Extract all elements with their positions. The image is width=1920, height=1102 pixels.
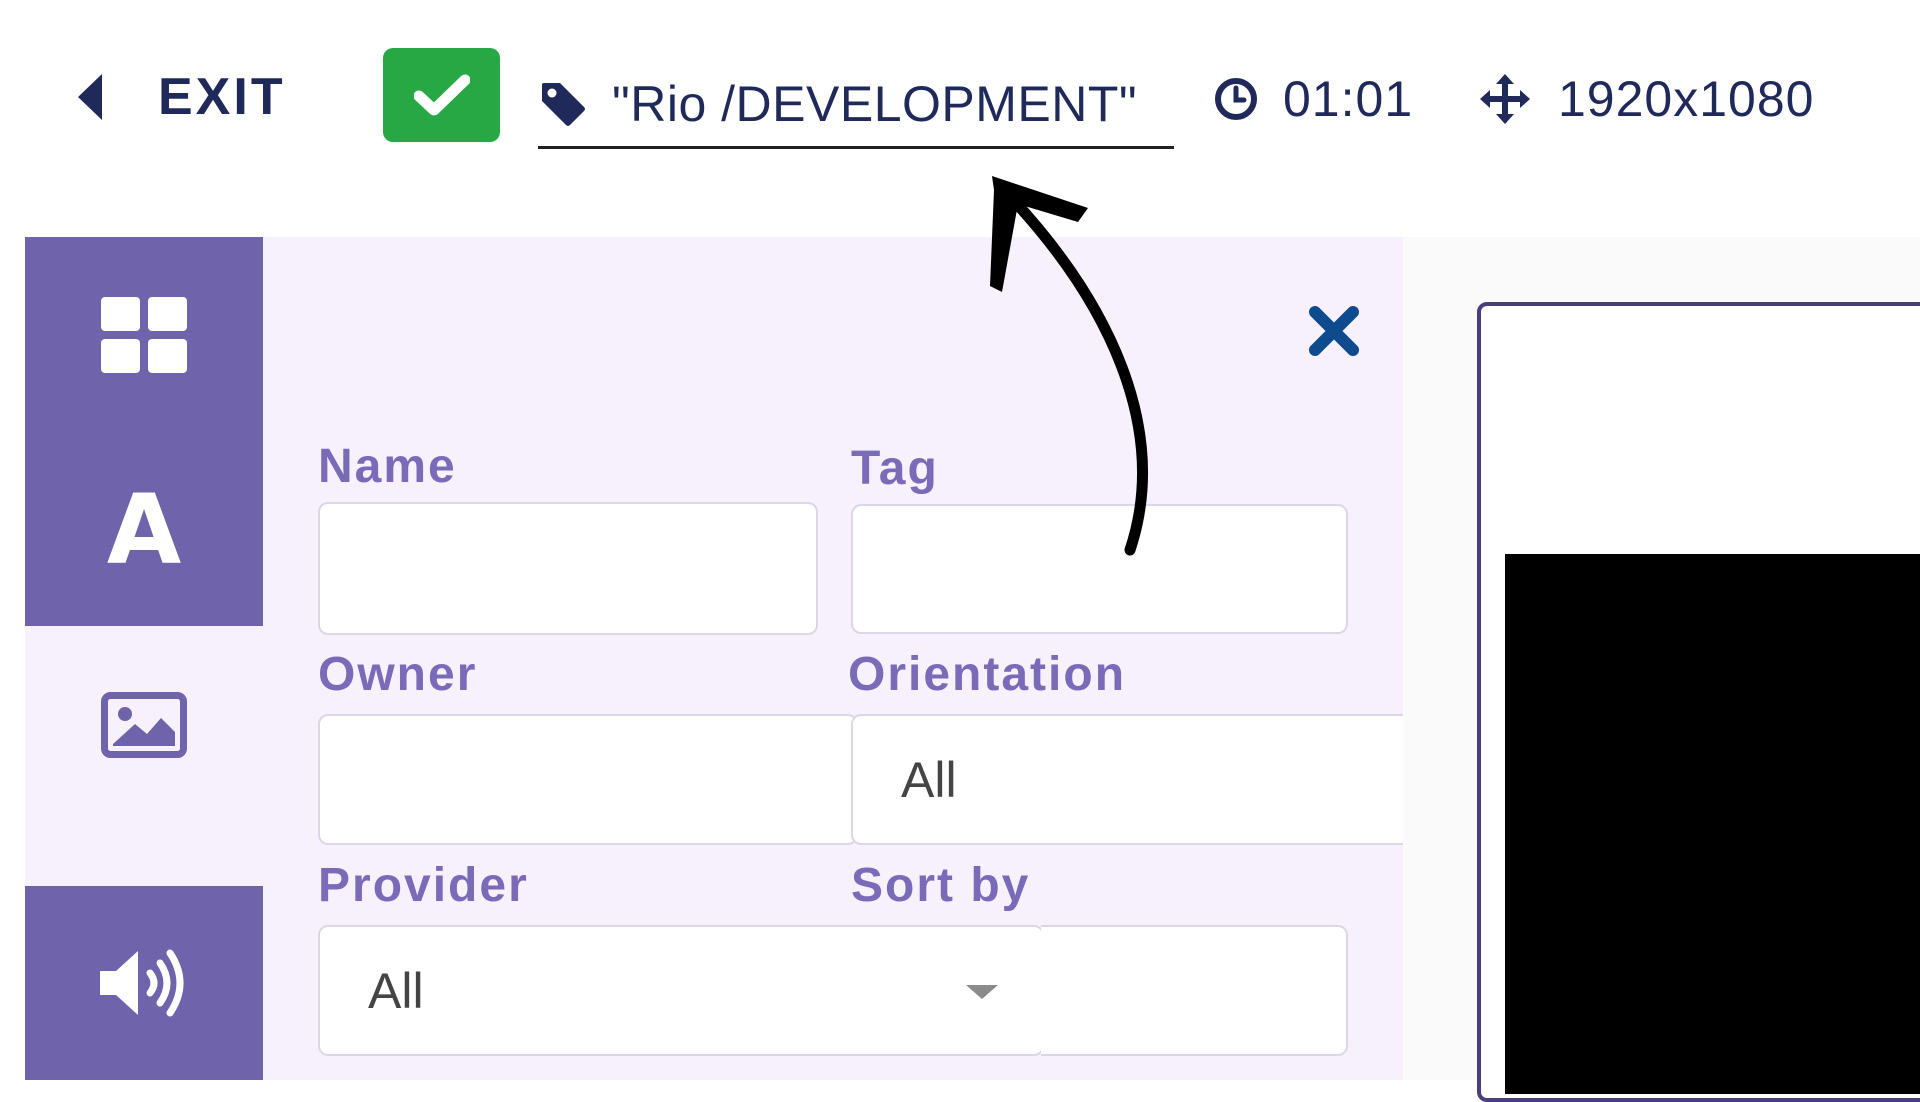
name-input[interactable] bbox=[318, 502, 818, 635]
filter-panel: Name Tag Owner Orientation All Provider … bbox=[263, 237, 1411, 1080]
tag-icon bbox=[542, 83, 585, 126]
grid-icon bbox=[101, 297, 187, 373]
confirm-button[interactable] bbox=[383, 48, 500, 142]
chevron-down-icon bbox=[966, 984, 998, 999]
image-icon bbox=[101, 691, 187, 758]
sidebar: A bbox=[25, 237, 263, 1080]
preview-area bbox=[1403, 237, 1920, 1102]
sidebar-item-layouts[interactable] bbox=[25, 237, 263, 433]
provider-value: All bbox=[368, 962, 424, 1019]
text-icon: A bbox=[106, 473, 182, 586]
sort-by-label: Sort by bbox=[851, 859, 1031, 912]
resolution-text: 1920x1080 bbox=[1558, 71, 1815, 127]
duration-text: 01:01 bbox=[1283, 71, 1414, 127]
owner-input[interactable] bbox=[318, 714, 858, 845]
move-arrows-icon bbox=[1480, 74, 1530, 124]
clock-icon bbox=[1215, 78, 1257, 120]
exit-button[interactable]: EXIT bbox=[78, 62, 286, 132]
close-icon bbox=[1309, 306, 1359, 356]
tag-label: Tag bbox=[851, 442, 939, 495]
close-button[interactable] bbox=[1298, 295, 1370, 367]
name-label: Name bbox=[318, 440, 457, 493]
caret-left-icon bbox=[78, 74, 102, 120]
provider-select[interactable]: All bbox=[318, 925, 1044, 1056]
playlist-tag-text: "Rio /DEVELOPMENT" bbox=[612, 76, 1138, 132]
sidebar-gap bbox=[25, 823, 263, 886]
sidebar-item-audio[interactable] bbox=[25, 886, 263, 1080]
playlist-tag-field[interactable]: "Rio /DEVELOPMENT" bbox=[538, 62, 1174, 149]
sidebar-item-images[interactable] bbox=[25, 626, 263, 823]
provider-label: Provider bbox=[318, 859, 529, 912]
sidebar-item-text[interactable]: A bbox=[25, 433, 263, 626]
orientation-select[interactable]: All bbox=[851, 714, 1411, 845]
sort-by-select[interactable] bbox=[1041, 925, 1348, 1056]
orientation-label: Orientation bbox=[848, 648, 1127, 701]
preview-canvas bbox=[1505, 554, 1920, 1094]
owner-label: Owner bbox=[318, 648, 478, 701]
check-icon bbox=[413, 74, 470, 116]
resolution-display: 1920x1080 bbox=[1478, 64, 1814, 134]
exit-label: EXIT bbox=[158, 68, 286, 126]
annotation-arrow bbox=[990, 176, 1148, 556]
volume-icon bbox=[100, 949, 184, 1017]
orientation-value: All bbox=[901, 751, 957, 808]
duration-display: 01:01 bbox=[1213, 64, 1413, 134]
